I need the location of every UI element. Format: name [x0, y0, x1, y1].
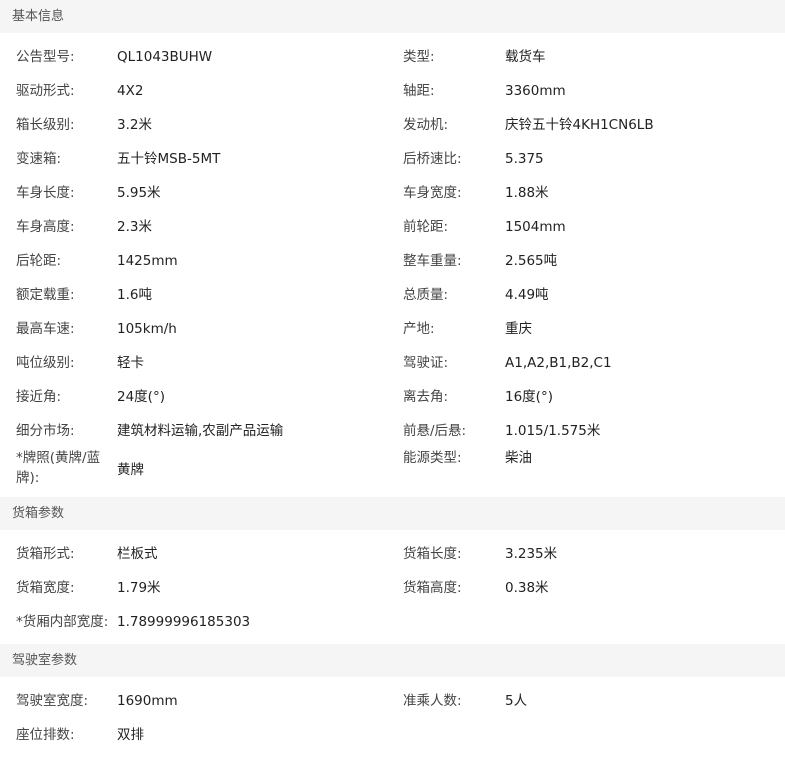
spec-value: 1.78999996185303 — [117, 614, 251, 630]
spec-value: 1.6吨 — [117, 287, 152, 303]
spec-label: 货箱高度: — [403, 580, 462, 596]
spec-label: 准乘人数: — [403, 693, 462, 709]
spec-label: 细分市场: — [16, 423, 75, 439]
spec-value: 1425mm — [117, 253, 178, 269]
section-header: 驾驶室参数 — [0, 644, 785, 677]
spec-row: 驾驶室宽度: 1690mm 准乘人数: 5人 — [0, 684, 785, 718]
spec-row: 货箱宽度: 1.79米 货箱高度: 0.38米 — [0, 571, 785, 605]
spec-label: 最高车速: — [16, 321, 75, 337]
spec-label: 变速箱: — [16, 151, 62, 167]
spec-label: 前悬/后悬: — [403, 423, 467, 439]
spec-label: 额定载重: — [16, 287, 75, 303]
spec-row: 公告型号: QL1043BUHW 类型: 载货车 — [0, 40, 785, 74]
spec-label: 车身长度: — [16, 185, 75, 201]
spec-row: 车身高度: 2.3米 前轮距: 1504mm — [0, 210, 785, 244]
spec-value: 1.79米 — [117, 580, 161, 596]
spec-row: *牌照(黄牌/蓝牌): 黄牌 能源类型: 柴油 — [0, 448, 785, 492]
spec-value: 双排 — [117, 727, 144, 743]
spec-row: 后轮距: 1425mm 整车重量: 2.565吨 — [0, 244, 785, 278]
spec-value: 柴油 — [505, 450, 532, 466]
spec-value: 载货车 — [505, 49, 546, 65]
spec-label: 座位排数: — [16, 727, 75, 743]
spec-value: 1.88米 — [505, 185, 549, 201]
spec-value: 3360mm — [505, 83, 566, 99]
spec-label: 驾驶室宽度: — [16, 693, 89, 709]
spec-value: 五十铃MSB-5MT — [117, 151, 221, 167]
spec-row: 额定载重: 1.6吨 总质量: 4.49吨 — [0, 278, 785, 312]
spec-row: 驱动形式: 4X2 轴距: 3360mm — [0, 74, 785, 108]
spec-label: 驾驶证: — [403, 355, 449, 371]
spec-label: *货厢内部宽度: — [16, 614, 109, 630]
spec-label: 整车重量: — [403, 253, 462, 269]
spec-value: 轻卡 — [117, 355, 144, 371]
spec-label: 货箱长度: — [403, 546, 462, 562]
spec-value: 1.015/1.575米 — [505, 423, 601, 439]
spec-value: 庆铃五十铃4KH1CN6LB — [505, 117, 654, 133]
spec-label: 后轮距: — [16, 253, 62, 269]
spec-value: 5.375 — [505, 151, 544, 167]
spec-label: 货箱宽度: — [16, 580, 75, 596]
spec-label: 箱长级别: — [16, 117, 75, 133]
spec-value: 5人 — [505, 693, 528, 709]
spec-row: 接近角: 24度(°) 离去角: 16度(°) — [0, 380, 785, 414]
spec-label: 总质量: — [403, 287, 449, 303]
spec-value: 重庆 — [505, 321, 532, 337]
spec-value: A1,A2,B1,B2,C1 — [505, 355, 612, 371]
spec-row: 最高车速: 105km/h 产地: 重庆 — [0, 312, 785, 346]
spec-value: 4.49吨 — [505, 287, 549, 303]
spec-sheet: 基本信息公告型号: QL1043BUHW 类型: 载货车驱动形式: 4X2 轴距: 3360… — [0, 0, 785, 757]
spec-row: 箱长级别: 3.2米 发动机: 庆铃五十铃4KH1CN6LB — [0, 108, 785, 142]
spec-value: 2.565吨 — [505, 253, 558, 269]
spec-label: 公告型号: — [16, 49, 75, 65]
spec-label: 产地: — [403, 321, 435, 337]
section-body: 驾驶室宽度: 1690mm 准乘人数: 5人座位排数: 双排 — [0, 677, 785, 757]
spec-value: 0.38米 — [505, 580, 549, 596]
spec-label: 吨位级别: — [16, 355, 75, 371]
spec-value: 2.3米 — [117, 219, 152, 235]
spec-value: 24度(°) — [117, 389, 165, 405]
spec-label: 离去角: — [403, 389, 449, 405]
spec-label: 后桥速比: — [403, 151, 462, 167]
spec-row: 变速箱: 五十铃MSB-5MT 后桥速比: 5.375 — [0, 142, 785, 176]
spec-row: 细分市场: 建筑材料运输,农副产品运输 前悬/后悬: 1.015/1.575米 — [0, 414, 785, 448]
spec-value: 黄牌 — [117, 462, 144, 478]
spec-label: 车身高度: — [16, 219, 75, 235]
spec-label: 前轮距: — [403, 219, 449, 235]
spec-label: 货箱形式: — [16, 546, 75, 562]
spec-value: 建筑材料运输,农副产品运输 — [117, 423, 284, 439]
spec-row: 车身长度: 5.95米 车身宽度: 1.88米 — [0, 176, 785, 210]
section-body: 货箱形式: 栏板式 货箱长度: 3.235米货箱宽度: 1.79米 货箱高度: 0.38米 *… — [0, 530, 785, 644]
spec-label: 轴距: — [403, 83, 435, 99]
spec-value: 1504mm — [505, 219, 566, 235]
spec-row: 货箱形式: 栏板式 货箱长度: 3.235米 — [0, 537, 785, 571]
spec-value: 栏板式 — [117, 546, 158, 562]
spec-label: 车身宽度: — [403, 185, 462, 201]
section-body: 公告型号: QL1043BUHW 类型: 载货车驱动形式: 4X2 轴距: 3360mm 箱长… — [0, 33, 785, 497]
spec-row: 吨位级别: 轻卡 驾驶证: A1,A2,B1,B2,C1 — [0, 346, 785, 380]
spec-value: QL1043BUHW — [117, 49, 213, 65]
spec-value: 105km/h — [117, 321, 177, 337]
spec-value: 1690mm — [117, 693, 178, 709]
spec-value: 4X2 — [117, 83, 144, 99]
spec-label: *牌照(黄牌/蓝牌): — [16, 450, 101, 486]
spec-row: *货厢内部宽度: 1.78999996185303 — [0, 605, 785, 639]
spec-label: 类型: — [403, 49, 435, 65]
spec-value: 3.2米 — [117, 117, 152, 133]
section-header: 货箱参数 — [0, 497, 785, 530]
spec-label: 接近角: — [16, 389, 62, 405]
spec-label: 能源类型: — [403, 450, 462, 466]
spec-value: 16度(°) — [505, 389, 553, 405]
spec-value: 5.95米 — [117, 185, 161, 201]
section-header: 基本信息 — [0, 0, 785, 33]
spec-label: 发动机: — [403, 117, 449, 133]
spec-value: 3.235米 — [505, 546, 558, 562]
spec-label: 驱动形式: — [16, 83, 75, 99]
spec-row: 座位排数: 双排 — [0, 718, 785, 752]
